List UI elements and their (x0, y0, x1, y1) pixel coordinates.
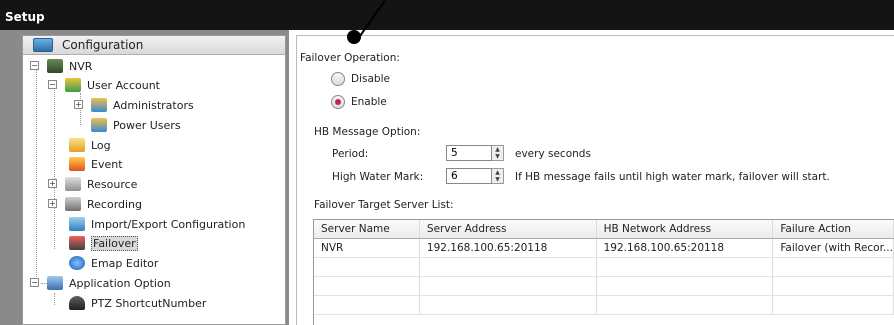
spin-up-icon[interactable]: ▲ (492, 169, 503, 176)
hwm-suffix: If HB message fails until high water mar… (515, 171, 830, 183)
tree-item-emap-editor[interactable]: Emap Editor (69, 253, 158, 273)
tree-item-import-export[interactable]: Import/Export Configuration (69, 214, 245, 234)
spin-down-icon[interactable]: ▼ (492, 153, 503, 160)
collapse-icon[interactable]: − (48, 80, 57, 89)
column-header-hb-network-address[interactable]: HB Network Address (596, 220, 774, 239)
users-icon (91, 98, 107, 112)
table-row[interactable]: NVR 192.168.100.65:20118 192.168.100.65:… (314, 238, 894, 258)
hb-message-title: HB Message Option: (314, 126, 421, 138)
expand-icon[interactable]: + (48, 199, 57, 208)
import-export-icon (69, 217, 85, 231)
hwm-spinner[interactable]: ▲ ▼ (446, 168, 504, 184)
tree-item-recording[interactable]: + Recording (48, 194, 142, 214)
users-icon (91, 118, 107, 132)
application-icon (47, 276, 63, 290)
collapse-icon[interactable]: − (30, 278, 39, 287)
tree-item-event[interactable]: Event (69, 154, 123, 174)
cell-hb-network-address: 192.168.100.65:20118 (596, 238, 774, 258)
spin-down-icon[interactable]: ▼ (492, 176, 503, 183)
column-header-server-address[interactable]: Server Address (419, 220, 597, 239)
tree-item-administrators[interactable]: + Administrators (74, 95, 194, 115)
radio-disable[interactable]: Disable (331, 72, 390, 86)
config-header: Configuration (23, 36, 285, 55)
log-icon (69, 138, 85, 152)
expand-icon[interactable]: + (74, 100, 83, 109)
hwm-label: High Water Mark: (332, 171, 424, 183)
radio-enable[interactable]: Enable (331, 95, 387, 109)
empty-row (314, 295, 894, 315)
period-input[interactable] (446, 145, 492, 161)
failover-operation-title: Failover Operation: (300, 52, 400, 64)
tree-item-resource[interactable]: + Resource (48, 174, 137, 194)
target-server-list-title: Failover Target Server List: (314, 199, 454, 211)
nvr-icon (47, 59, 63, 73)
empty-row (314, 257, 894, 277)
radio-circle[interactable] (331, 72, 345, 86)
resource-icon (65, 177, 81, 191)
event-icon (69, 157, 85, 171)
ptz-camera-icon (69, 296, 85, 310)
radio-circle-selected[interactable] (331, 95, 345, 109)
window-title: Setup (0, 0, 894, 30)
failover-icon (69, 236, 85, 250)
tree-item-log[interactable]: Log (69, 135, 111, 155)
cell-server-name: NVR (314, 238, 420, 258)
tree-item-nvr[interactable]: − NVR (30, 56, 92, 76)
period-label: Period: (332, 148, 369, 160)
collapse-icon[interactable]: − (30, 61, 39, 70)
recording-icon (65, 197, 81, 211)
cell-failure-action: Failover (with Recor... (772, 238, 894, 258)
globe-icon (69, 256, 85, 270)
user-account-icon (65, 78, 81, 92)
spin-up-icon[interactable]: ▲ (492, 146, 503, 153)
spin-buttons[interactable]: ▲ ▼ (492, 145, 504, 161)
column-header-server-name[interactable]: Server Name (314, 220, 420, 239)
config-tree-panel: Configuration − NVR − User Account + Adm… (22, 35, 286, 325)
tree-item-ptz-shortcut[interactable]: PTZ ShortcutNumber (69, 293, 206, 313)
tree-item-power-users[interactable]: Power Users (91, 115, 181, 135)
column-header-failure-action[interactable]: Failure Action (772, 220, 894, 239)
cell-server-address: 192.168.100.65:20118 (419, 238, 597, 258)
expand-icon[interactable]: + (48, 179, 57, 188)
tree-item-application-option[interactable]: − Application Option (30, 273, 171, 293)
tree-item-failover[interactable]: Failover (69, 233, 138, 253)
period-suffix: every seconds (515, 148, 591, 160)
annotation-pointer-dot (347, 30, 361, 44)
configuration-icon (33, 38, 53, 52)
period-spinner[interactable]: ▲ ▼ (446, 145, 504, 161)
tree-item-user-account[interactable]: − User Account (48, 75, 160, 95)
config-header-label: Configuration (62, 38, 144, 52)
empty-row (314, 276, 894, 296)
hwm-input[interactable] (446, 168, 492, 184)
target-server-table: Server Name Server Address HB Network Ad… (313, 219, 894, 325)
spin-buttons[interactable]: ▲ ▼ (492, 168, 504, 184)
